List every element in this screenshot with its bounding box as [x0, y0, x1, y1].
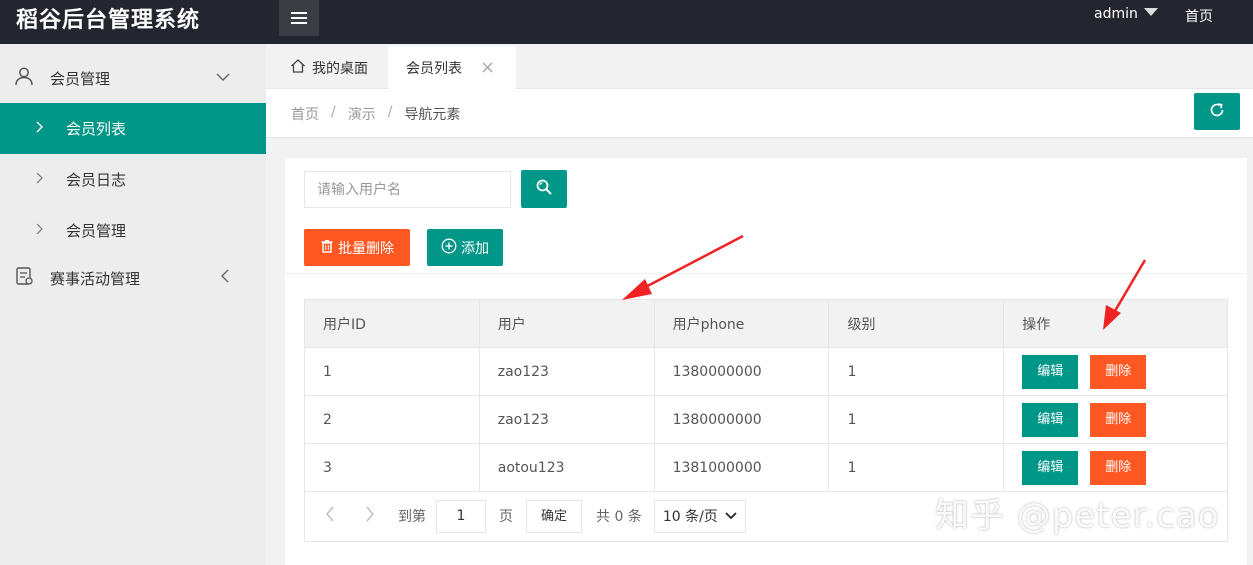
delete-button[interactable]: 删除	[1090, 450, 1147, 485]
chevron-right-icon	[36, 223, 44, 239]
cell-user: aotou123	[478, 443, 655, 492]
cell-user: zao123	[478, 347, 655, 396]
page-size-value: 10 条/页	[662, 509, 718, 525]
batch-delete-button[interactable]: 批量删除	[304, 229, 410, 266]
chevron-left-icon[interactable]	[310, 506, 350, 527]
tab-home[interactable]: 我的桌面	[272, 46, 388, 89]
plus-circle-icon	[441, 238, 457, 258]
chevron-left-icon	[220, 269, 230, 287]
edit-button[interactable]: 编辑	[1022, 450, 1079, 485]
watermark: 知乎 @peter.cao	[935, 496, 1220, 536]
chevron-right-icon	[36, 121, 44, 137]
breadcrumb-bar: 首页 / 演示 / 导航元素	[266, 89, 1253, 138]
chevron-right-icon	[36, 172, 44, 188]
menu-toggle-button[interactable]	[279, 0, 319, 36]
button-label: 批量删除	[338, 240, 394, 257]
sidebar-item-member-log[interactable]: 会员日志	[0, 154, 266, 205]
column-header-actions: 操作	[1003, 299, 1228, 348]
confirm-button[interactable]: 确定	[526, 499, 582, 533]
cell-phone: 1381000000	[653, 443, 830, 492]
page-number-input[interactable]: 1	[436, 499, 486, 533]
member-table: 用户ID 用户 用户phone 级别 操作 1 zao123 138000000…	[304, 299, 1228, 492]
user-menu[interactable]: admin	[1094, 6, 1158, 22]
sidebar-group-event[interactable]: 赛事活动管理	[0, 253, 266, 303]
breadcrumb-item[interactable]: 首页	[291, 104, 319, 124]
page-unit-label: 页	[499, 509, 513, 525]
breadcrumb-separator: /	[387, 104, 393, 120]
home-link[interactable]: 首页	[1185, 6, 1213, 26]
cell-level: 1	[828, 347, 1005, 396]
hamburger-icon	[291, 12, 307, 24]
sidebar-item-member-list[interactable]: 会员列表	[0, 103, 266, 154]
sidebar-item-member-manage[interactable]: 会员管理	[0, 205, 266, 256]
divider	[285, 273, 1247, 274]
user-name: admin	[1094, 6, 1138, 22]
tab-bar: 我的桌面 会员列表 ×	[266, 44, 1253, 89]
sidebar-item-label: 会员日志	[66, 171, 127, 189]
cell-user-id: 1	[304, 347, 480, 396]
table-row: 2 zao123 1380000000 1 编辑 删除	[304, 395, 1228, 444]
app-title: 稻谷后台管理系统	[16, 8, 201, 33]
table-header-row: 用户ID 用户 用户phone 级别 操作	[304, 299, 1228, 348]
breadcrumb: 首页 / 演示 / 导航元素	[291, 104, 460, 124]
refresh-icon	[1208, 101, 1226, 123]
goto-label: 到第	[398, 509, 426, 525]
sidebar-item-label: 会员管理	[66, 222, 127, 240]
trash-icon	[320, 239, 334, 257]
username-search-input[interactable]	[304, 171, 511, 208]
delete-button[interactable]: 删除	[1090, 354, 1147, 389]
tab-member-list[interactable]: 会员列表 ×	[388, 46, 516, 89]
sidebar-group-member[interactable]: 会员管理	[0, 53, 266, 103]
breadcrumb-separator: /	[331, 104, 336, 120]
edit-button[interactable]: 编辑	[1022, 402, 1079, 437]
total-count: 共 0 条	[596, 509, 642, 525]
cell-user-id: 2	[304, 395, 480, 444]
document-icon	[14, 266, 34, 290]
cell-actions: 编辑 删除	[1003, 443, 1228, 492]
column-header-user: 用户	[478, 299, 655, 348]
column-header-phone: 用户phone	[653, 299, 830, 348]
home-icon	[290, 58, 306, 78]
table-row: 1 zao123 1380000000 1 编辑 删除	[304, 347, 1228, 396]
cell-user-id: 3	[304, 443, 480, 492]
add-button[interactable]: 添加	[427, 229, 503, 266]
delete-button[interactable]: 删除	[1090, 402, 1147, 437]
caret-down-icon	[1143, 8, 1158, 16]
page-size-select[interactable]: 10 条/页	[653, 499, 746, 533]
tab-label: 我的桌面	[312, 60, 368, 77]
chevron-right-icon[interactable]	[350, 506, 390, 527]
search-icon	[535, 178, 553, 200]
sidebar-group-label: 会员管理	[50, 69, 111, 88]
table-row: 3 aotou123 1381000000 1 编辑 删除	[304, 443, 1228, 492]
search-button[interactable]	[521, 170, 567, 208]
refresh-button[interactable]	[1194, 93, 1240, 130]
sidebar: 会员管理 会员列表 会员日志 会员管理 赛事活动管理	[0, 44, 266, 565]
edit-button[interactable]: 编辑	[1022, 354, 1079, 389]
cell-phone: 1380000000	[653, 395, 830, 444]
cell-level: 1	[828, 443, 1005, 492]
cell-level: 1	[828, 395, 1005, 444]
cell-actions: 编辑 删除	[1003, 347, 1228, 396]
chevron-down-icon	[216, 70, 230, 86]
top-header: 稻谷后台管理系统 admin 首页	[0, 0, 1253, 44]
close-icon[interactable]: ×	[480, 58, 495, 77]
breadcrumb-item[interactable]: 演示	[348, 104, 376, 124]
chevron-down-icon	[725, 508, 737, 524]
user-icon	[14, 66, 34, 90]
button-label: 添加	[461, 240, 489, 257]
cell-phone: 1380000000	[653, 347, 830, 396]
cell-user: zao123	[478, 395, 655, 444]
sidebar-group-label: 赛事活动管理	[50, 269, 141, 288]
breadcrumb-item: 导航元素	[404, 107, 461, 123]
cell-actions: 编辑 删除	[1003, 395, 1228, 444]
column-header-user-id: 用户ID	[304, 299, 480, 348]
column-header-level: 级别	[828, 299, 1005, 348]
tab-label: 会员列表	[406, 60, 462, 77]
sidebar-item-label: 会员列表	[66, 120, 127, 138]
